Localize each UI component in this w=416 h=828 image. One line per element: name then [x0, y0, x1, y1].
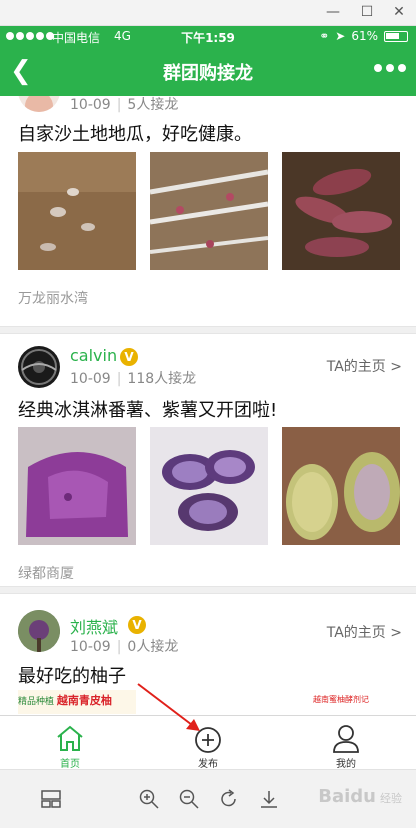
avatar[interactable] — [18, 346, 60, 388]
tab-label: 我的 — [336, 759, 356, 770]
post-date: 10-09 — [70, 371, 111, 387]
user-homepage-link[interactable]: TA的主页 > — [327, 356, 402, 376]
post-meta: 10-09 | 118人接龙 — [70, 371, 197, 387]
user-name[interactable]: 刘燕斌 — [70, 614, 118, 638]
post-title[interactable]: 最好吃的柚子 — [18, 662, 126, 688]
join-count: 118人接龙 — [127, 371, 197, 387]
image-text: 精品种植 — [18, 697, 55, 707]
image-text: 越南蜜柚酵剂记 — [282, 690, 400, 714]
post-feed[interactable]: 10-09 | 5人接龙 自家沙土地地瓜，好吃健康。 万龙丽水湾 calvin V … — [0, 96, 416, 715]
post-image[interactable] — [282, 427, 400, 545]
tab-label: 首页 — [60, 759, 80, 770]
window-titlebar: — ☐ ✕ — [0, 0, 416, 26]
user-homepage-link[interactable]: TA的主页 > — [327, 622, 402, 642]
watermark-subtext: 经验 — [380, 792, 402, 805]
status-bar: 中国电信 4G 下午1:59 ⚭ ➤ 61% — [0, 26, 416, 48]
home-icon — [57, 725, 83, 751]
post-divider — [0, 326, 416, 334]
app-header: 中国电信 4G 下午1:59 ⚭ ➤ 61% ❮ 群团购接龙 — [0, 26, 416, 96]
join-count: 0人接龙 — [127, 639, 179, 655]
post-date: 10-09 — [70, 97, 111, 113]
image-text: 越南青皮柚 — [56, 694, 112, 707]
image-viewer-toolbar: Baidu 经验 — [0, 769, 416, 828]
post-divider — [0, 586, 416, 594]
post-meta: 10-09 | 5人接龙 — [70, 97, 179, 113]
post-image[interactable] — [150, 427, 268, 545]
tab-label: 发布 — [198, 759, 218, 770]
verified-badge-icon: V — [120, 348, 138, 366]
post-image[interactable]: 精品种植 越南青皮柚 — [18, 690, 136, 714]
post-image[interactable] — [150, 152, 268, 270]
add-circle-icon — [195, 727, 221, 753]
zoom-out-icon[interactable] — [178, 788, 200, 810]
post-image[interactable] — [282, 152, 400, 270]
battery-icon — [384, 30, 408, 42]
download-icon[interactable] — [258, 788, 280, 810]
post-meta: 10-09 | 0人接龙 — [70, 639, 179, 655]
post-image[interactable] — [18, 152, 136, 270]
post-image[interactable] — [150, 690, 268, 714]
navigation-bar: ❮ 群团购接龙 — [0, 48, 416, 96]
user-name[interactable]: calvin — [70, 346, 117, 365]
join-count: 5人接龙 — [127, 97, 179, 113]
post-location: 万龙丽水湾 — [18, 291, 88, 307]
tab-publish[interactable]: 发布 — [168, 716, 248, 770]
avatar[interactable] — [18, 96, 60, 112]
avatar[interactable] — [18, 610, 60, 652]
verified-badge-icon: V — [128, 616, 146, 634]
post-card[interactable]: calvin V TA的主页 > 10-09 | 118人接龙 经典冰淇淋番薯、紫薯… — [0, 334, 416, 596]
page-title: 群团购接龙 — [163, 63, 253, 84]
post-card[interactable]: 刘燕斌 V TA的主页 > 10-09 | 0人接龙 最好吃的柚子 精品种植 越南青… — [0, 594, 416, 715]
location-arrow-icon: ➤ — [335, 29, 346, 43]
lock-rotation-icon: ⚭ — [319, 29, 330, 43]
watermark-text: Baidu — [318, 786, 376, 807]
more-options-icon[interactable] — [374, 64, 406, 72]
baidu-watermark: Baidu 经验 — [318, 786, 402, 807]
post-card[interactable]: 10-09 | 5人接龙 自家沙土地地瓜，好吃健康。 万龙丽水湾 — [0, 96, 416, 326]
maximize-button[interactable]: ☐ — [357, 3, 377, 21]
post-location: 绿都商厦 — [18, 566, 74, 582]
rotate-icon[interactable] — [218, 788, 240, 810]
user-icon — [333, 725, 359, 753]
tab-mine[interactable]: 我的 — [306, 716, 386, 770]
minimize-button[interactable]: — — [323, 3, 343, 21]
battery-percent: 61% — [351, 29, 378, 43]
post-image[interactable]: 越南蜜柚酵剂记 — [282, 690, 400, 714]
close-button[interactable]: ✕ — [389, 3, 409, 21]
post-title[interactable]: 自家沙土地地瓜，好吃健康。 — [18, 120, 252, 146]
zoom-in-icon[interactable] — [138, 788, 160, 810]
post-title[interactable]: 经典冰淇淋番薯、紫薯又开团啦! — [18, 396, 277, 422]
post-image[interactable] — [18, 427, 136, 545]
tab-home[interactable]: 首页 — [30, 716, 110, 770]
post-date: 10-09 — [70, 639, 111, 655]
bottom-tab-bar: 首页 发布 我的 — [0, 715, 416, 770]
thumbnail-layout-icon[interactable] — [40, 788, 62, 810]
